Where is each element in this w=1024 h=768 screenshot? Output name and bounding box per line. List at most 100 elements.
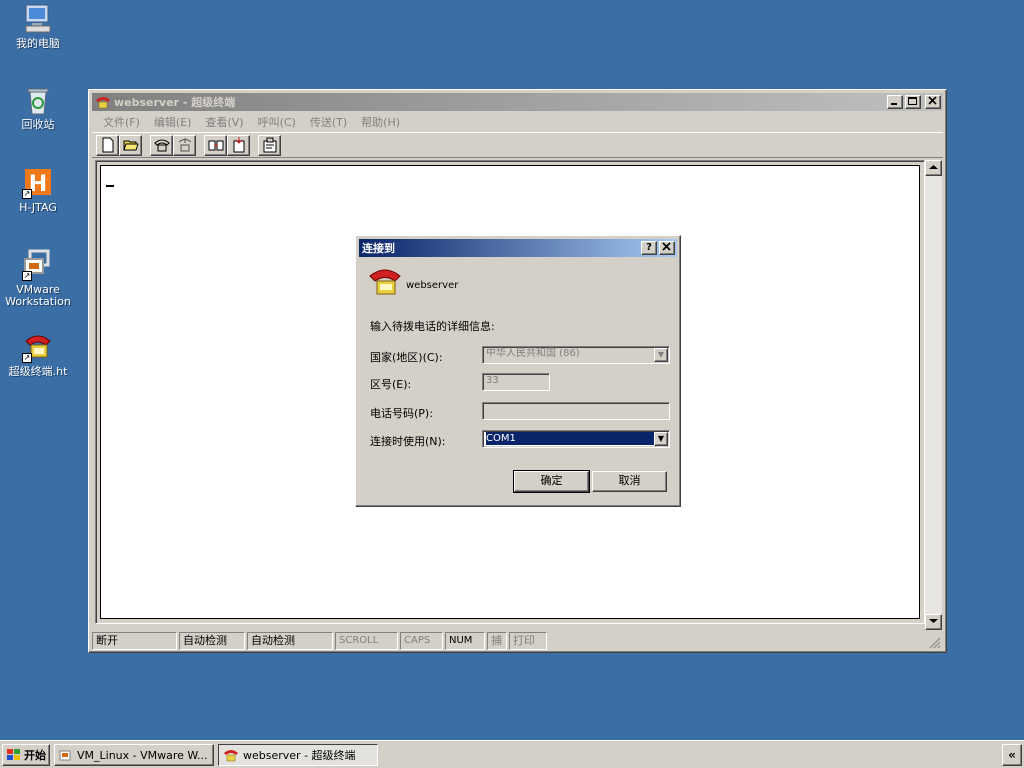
text-cursor: [106, 185, 114, 187]
desktop-icon-h-jtag[interactable]: H ↗ H-JTAG: [0, 167, 76, 214]
desktop-icon-my-computer[interactable]: 我的电脑: [0, 3, 76, 50]
status-num: NUM: [445, 632, 485, 650]
new-document-icon: [102, 137, 113, 153]
connect-using-value: COM1: [486, 432, 654, 445]
chevron-down-icon[interactable]: ▼: [654, 348, 668, 362]
taskbar-item-label: webserver - 超级终端: [243, 749, 356, 762]
connection-name: webserver: [406, 280, 459, 291]
menu-call[interactable]: 呼叫(C): [251, 114, 303, 130]
arrow-down-icon: [929, 619, 938, 623]
dialog-close-button[interactable]: [659, 241, 675, 255]
chevron-down-icon[interactable]: ▼: [654, 432, 668, 446]
country-value: 中华人民共和国 (86): [486, 348, 580, 359]
desktop-icon-recycle-bin[interactable]: 回收站: [0, 84, 76, 131]
close-icon: [662, 242, 671, 251]
maximize-button[interactable]: [905, 95, 921, 109]
phone-icon: [96, 97, 110, 109]
minimize-button[interactable]: [887, 95, 903, 109]
recycle-bin-icon: [22, 84, 54, 116]
receive-button[interactable]: [227, 134, 250, 156]
menu-file[interactable]: 文件(F): [96, 114, 147, 130]
phone-icon: [153, 139, 170, 152]
start-label: 开始: [24, 749, 46, 762]
arrow-up-icon: [929, 165, 938, 169]
statusbar: 断开 自动检测 自动检测 SCROLL CAPS NUM 捕 打印: [92, 631, 943, 651]
open-button[interactable]: [119, 134, 142, 156]
send-button[interactable]: [204, 134, 227, 156]
phone-number-label: 电话号码(P):: [370, 407, 433, 420]
dialog-titlebar[interactable]: 连接到 ?: [359, 239, 677, 257]
vmware-icon: [59, 750, 71, 761]
menu-transfer[interactable]: 传送(T): [303, 114, 354, 130]
menu-help[interactable]: 帮助(H): [354, 114, 407, 130]
taskbar-item-hyperterminal[interactable]: webserver - 超级终端: [218, 744, 378, 766]
scroll-up-button[interactable]: [925, 160, 942, 176]
phone-icon: ↗: [22, 331, 54, 363]
desktop-icon-hyperterminal[interactable]: ↗ 超级终端.ht: [0, 331, 76, 378]
desktop-icon-label: H-JTAG: [19, 201, 57, 214]
desktop-icon-label: 回收站: [21, 118, 55, 131]
desktop-icon-label: 超级终端.ht: [8, 365, 68, 378]
dialog-body: webserver 输入待拨电话的详细信息: 国家(地区)(C): 中华人民共和…: [360, 258, 676, 502]
toolbar: [92, 132, 943, 158]
taskbar-item-vmware[interactable]: VM_Linux - VMware W...: [54, 744, 214, 766]
country-label: 国家(地区)(C):: [370, 351, 443, 364]
connect-using-label: 连接时使用(N):: [370, 435, 446, 448]
h-jtag-icon: H ↗: [22, 167, 54, 199]
phone-icon: [368, 266, 402, 301]
vmware-icon: ↗: [22, 249, 54, 281]
status-connection: 断开: [92, 632, 177, 650]
resize-grip-icon[interactable]: [929, 637, 943, 651]
call-button[interactable]: [150, 134, 173, 156]
dialog-title: 连接到: [362, 242, 395, 255]
phone-number-input[interactable]: [482, 402, 670, 420]
status-capture: 捕: [487, 632, 507, 650]
menu-edit[interactable]: 编辑(E): [147, 114, 199, 130]
status-detect-2: 自动检测: [247, 632, 333, 650]
ok-button[interactable]: 确定: [513, 470, 590, 493]
connect-using-select[interactable]: COM1 ▼: [482, 430, 670, 448]
maximize-icon: [908, 97, 917, 105]
cancel-button[interactable]: 取消: [592, 471, 667, 492]
close-icon: [928, 96, 937, 105]
properties-icon: [263, 137, 276, 153]
taskbar-item-label: VM_Linux - VMware W...: [77, 748, 208, 762]
minimize-icon: [891, 103, 897, 105]
window-titlebar[interactable]: webserver - 超级终端: [92, 93, 943, 111]
open-folder-icon: [122, 140, 139, 151]
menu-view[interactable]: 查看(V): [198, 114, 250, 130]
shortcut-arrow-icon: ↗: [22, 271, 32, 281]
status-scroll: SCROLL: [335, 632, 398, 650]
country-select[interactable]: 中华人民共和国 (86) ▼: [482, 346, 670, 364]
windows-logo-icon: [7, 749, 20, 760]
status-caps: CAPS: [400, 632, 443, 650]
tray-expand-button[interactable]: «: [1002, 744, 1022, 766]
shortcut-arrow-icon: ↗: [22, 189, 32, 199]
area-code-input[interactable]: 33: [482, 373, 550, 391]
menubar: 文件(F) 编辑(E) 查看(V) 呼叫(C) 传送(T) 帮助(H): [92, 112, 943, 131]
area-code-label: 区号(E):: [370, 378, 412, 391]
shortcut-arrow-icon: ↗: [22, 353, 32, 363]
disconnect-button[interactable]: [173, 134, 196, 156]
desktop-icon-label: VMware Workstation: [5, 283, 71, 308]
start-button[interactable]: 开始: [2, 744, 50, 766]
status-detect-1: 自动检测: [179, 632, 245, 650]
prompt-text: 输入待拨电话的详细信息:: [370, 320, 495, 333]
computer-icon: [22, 3, 54, 35]
phone-icon: [224, 750, 238, 762]
properties-button[interactable]: [258, 134, 281, 156]
taskbar: 开始 VM_Linux - VMware W... webserver - 超级…: [0, 740, 1024, 768]
desktop-icon-label: 我的电脑: [16, 37, 60, 50]
status-print: 打印: [509, 632, 547, 650]
vertical-scrollbar[interactable]: [925, 160, 942, 630]
scroll-down-button[interactable]: [925, 614, 942, 630]
receive-file-icon: [233, 137, 244, 153]
hang-up-icon: [178, 138, 191, 152]
close-button[interactable]: [925, 95, 941, 109]
new-button[interactable]: [96, 134, 119, 156]
help-button[interactable]: ?: [641, 241, 657, 255]
connect-to-dialog: 连接到 ? webserver 输入待拨电话的详细信息: 国家(地区)(C): …: [355, 235, 681, 507]
desktop-icon-vmware[interactable]: ↗ VMware Workstation: [0, 249, 76, 308]
window-title: webserver - 超级终端: [114, 96, 236, 109]
send-file-icon: [208, 140, 223, 151]
